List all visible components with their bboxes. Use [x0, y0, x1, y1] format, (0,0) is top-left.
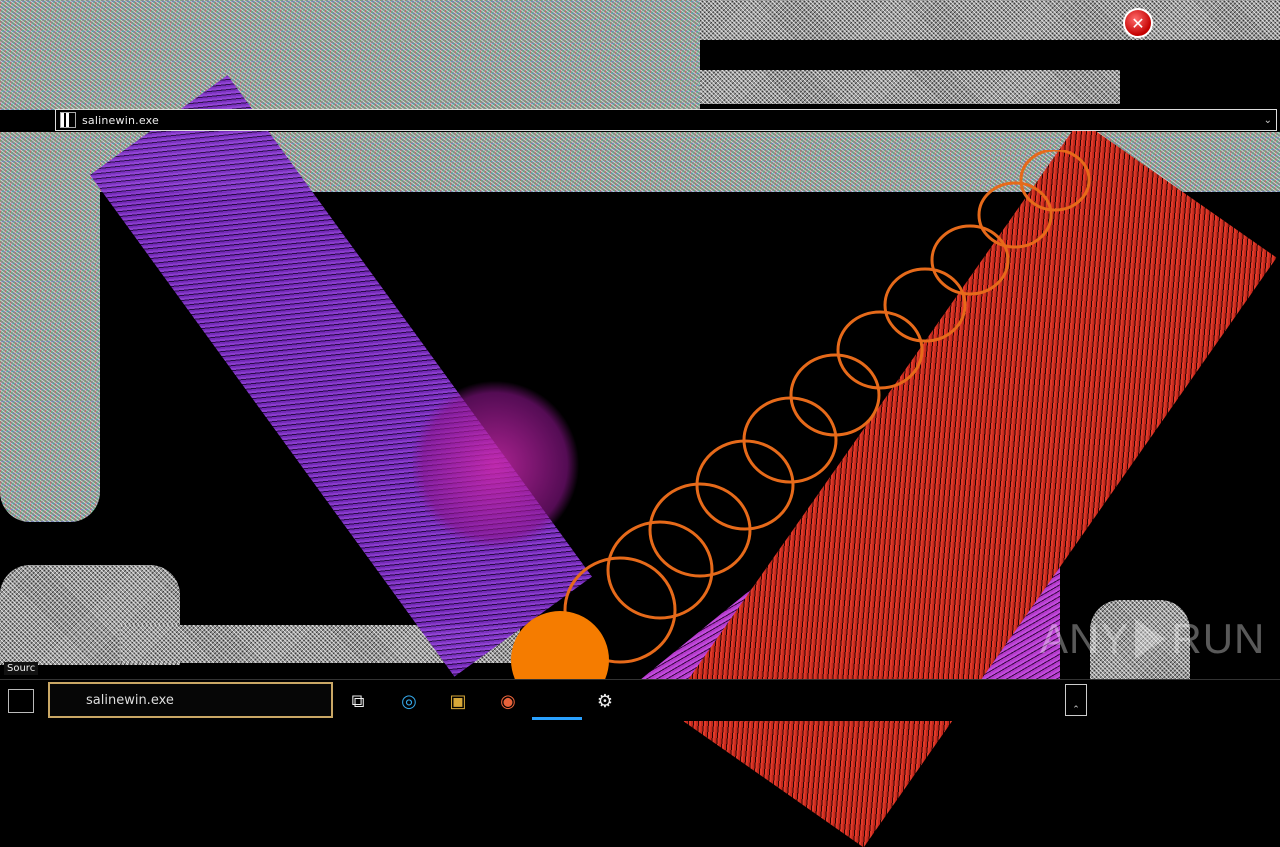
taskbar: salinewin.exe ⧉ ◎ ▣ ◉ ⚙ ⌃	[0, 679, 1280, 721]
magenta-glitch-blob	[410, 380, 580, 550]
window-title-bar[interactable]: salinewin.exe ⌄	[55, 109, 1277, 131]
app-icon	[60, 112, 76, 128]
taskbar-search-box[interactable]: salinewin.exe	[48, 682, 333, 718]
glitch-noise-top-right	[700, 0, 1280, 40]
settings-icon[interactable]: ⚙	[592, 688, 618, 714]
window-title: salinewin.exe	[82, 113, 159, 127]
anyrun-watermark: ANY RUN	[1040, 615, 1265, 663]
firefox-icon[interactable]: ◉	[495, 688, 521, 714]
tray-chevron-icon[interactable]: ⌃	[1065, 684, 1087, 716]
glitched-label: Sourc	[4, 662, 39, 675]
orange-spiral-trail	[563, 150, 1091, 664]
chevron-down-icon[interactable]: ⌄	[1264, 115, 1272, 126]
edge-icon[interactable]: ◎	[396, 688, 422, 714]
glitch-noise-top	[0, 0, 700, 110]
watermark-right: RUN	[1171, 615, 1266, 662]
search-text: salinewin.exe	[86, 692, 174, 708]
play-icon	[1135, 619, 1166, 659]
start-button[interactable]	[8, 689, 34, 713]
glitch-noise-left	[0, 132, 100, 522]
glitch-noise-strip	[700, 70, 1120, 104]
task-view-icon[interactable]: ⧉	[345, 688, 371, 714]
close-button[interactable]: ✕	[1123, 8, 1153, 38]
file-explorer-icon[interactable]: ▣	[445, 688, 471, 714]
watermark-left: ANY	[1040, 615, 1130, 662]
